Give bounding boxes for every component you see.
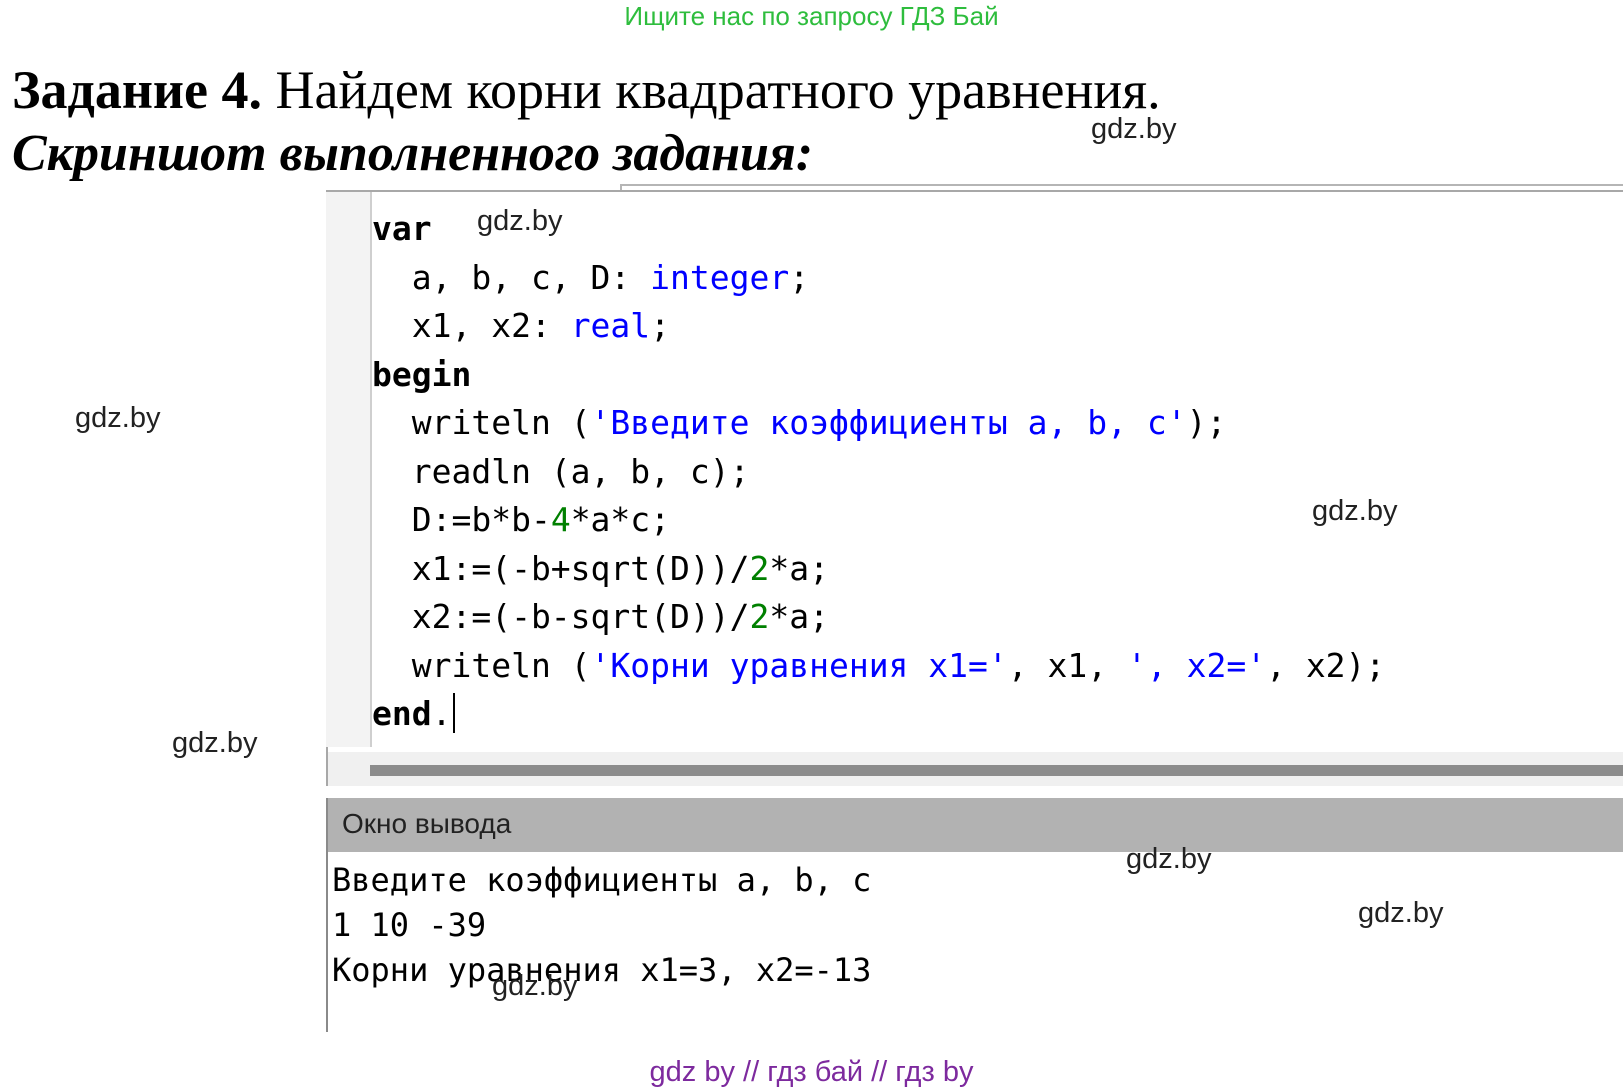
code-token: 2 xyxy=(749,597,770,636)
code-token: 'Введите коэффициенты a, b, c' xyxy=(590,403,1187,442)
code-token: begin xyxy=(372,354,472,394)
code-token: ; xyxy=(789,257,810,297)
watermark: gdz.by xyxy=(477,205,563,237)
output-text: Введите коэффициенты a, b, c 1 10 -39 Корн… xyxy=(332,858,871,993)
code-token: a, b, c, D: xyxy=(372,257,651,297)
code-line[interactable]: D:=b*b-4*a*c; xyxy=(372,496,1385,545)
code-token: writeln ( xyxy=(372,403,591,442)
output-line: Введите коэффициенты a, b, c xyxy=(332,861,872,899)
code-line[interactable]: writeln ('Введите коэффициенты a, b, c')… xyxy=(372,399,1385,448)
code-token: , x2); xyxy=(1266,645,1386,685)
task-subtitle: Скриншот выполненного задания: xyxy=(12,125,814,182)
watermark: gdz.by xyxy=(1126,843,1212,875)
code-line[interactable]: begin xyxy=(372,351,1385,400)
code-line[interactable]: end. xyxy=(372,690,1385,739)
output-line: 1 10 -39 xyxy=(332,906,487,944)
code-token: integer xyxy=(650,257,790,297)
code-token: 2 xyxy=(749,548,770,588)
code-text-area[interactable]: var a, b, c, D: integer; x1, x2: real; be… xyxy=(372,205,1385,739)
output-panel-title: Окно вывода xyxy=(342,808,512,839)
output-line: Корни уравнения x1=3, x2=-13 xyxy=(332,951,872,989)
watermark: gdz.by xyxy=(1091,113,1177,145)
code-token: x1:=(-b+sqrt(D))/ xyxy=(372,548,750,588)
code-token: real xyxy=(570,306,651,345)
code-token: readln (a, b, c); xyxy=(372,451,750,491)
watermark: gdz.by xyxy=(1358,897,1444,929)
code-line[interactable]: x2:=(-b-sqrt(D))/2*a; xyxy=(372,593,1385,642)
task-description: Найдем корни квадратного уравнения. xyxy=(262,60,1161,120)
editor-gutter xyxy=(326,192,372,747)
horizontal-scrollbar[interactable] xyxy=(370,765,1623,776)
code-token: writeln ( xyxy=(372,645,591,685)
code-token: *a*c; xyxy=(570,500,671,539)
code-line[interactable]: readln (a, b, c); xyxy=(372,448,1385,497)
code-token: *a; xyxy=(769,548,829,588)
code-line[interactable]: x1, x2: real; xyxy=(372,302,1385,351)
code-token: x2:=(-b-sqrt(D))/ xyxy=(372,597,750,636)
code-token: . xyxy=(431,694,452,733)
task-number: Задание 4. xyxy=(12,60,263,120)
code-token: x1, x2: xyxy=(372,306,571,345)
footer-links[interactable]: gdz by // гдз бай // гдз by xyxy=(0,1055,1623,1089)
code-token: var xyxy=(372,209,432,248)
watermark: gdz.by xyxy=(75,402,161,434)
code-token: D:=b*b- xyxy=(372,500,551,539)
code-token: *a; xyxy=(769,597,829,636)
text-caret xyxy=(453,693,456,733)
output-panel-header: Окно вывода xyxy=(326,798,1623,852)
watermark: gdz.by xyxy=(492,970,578,1002)
code-token: , x1, xyxy=(1007,645,1127,685)
code-line[interactable]: writeln ('Корни уравнения x1=', x1, ', x… xyxy=(372,642,1386,691)
code-token: end xyxy=(372,694,432,733)
code-token: 4 xyxy=(550,500,571,539)
task-title: Задание 4. Найдем корни квадратного урав… xyxy=(12,58,1161,122)
code-token: ; xyxy=(650,306,671,345)
code-line[interactable]: a, b, c, D: integer; xyxy=(372,254,1385,303)
code-line[interactable]: x1:=(-b+sqrt(D))/2*a; xyxy=(372,545,1385,594)
watermark: gdz.by xyxy=(1312,495,1398,527)
search-hint-link[interactable]: Ищите нас по запросу ГДЗ Бай xyxy=(0,0,1623,32)
code-token: ', x2=' xyxy=(1127,645,1267,685)
code-token: ); xyxy=(1186,403,1227,442)
code-token: 'Корни уравнения x1=' xyxy=(590,645,1008,685)
watermark: gdz.by xyxy=(172,727,258,759)
